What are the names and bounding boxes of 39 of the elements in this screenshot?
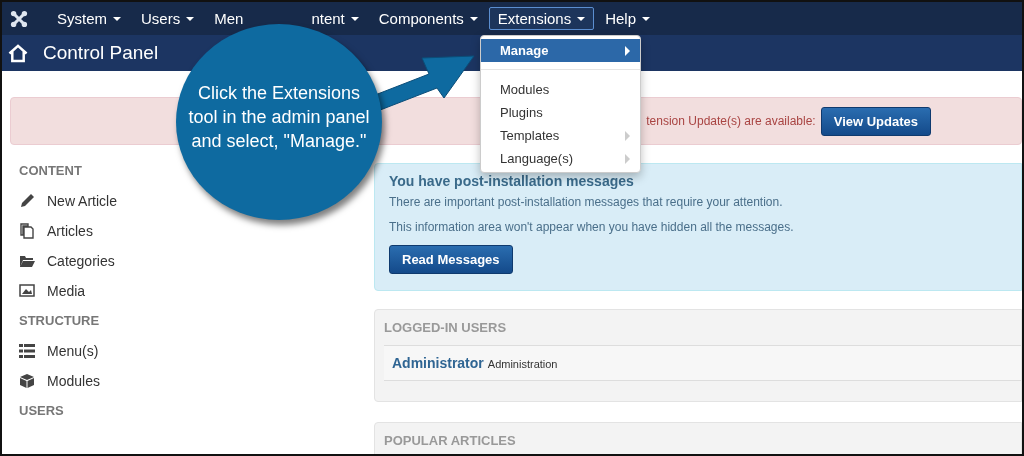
sidebar-item[interactable]: Menu(s) (19, 343, 99, 359)
user-link[interactable]: Administrator (392, 355, 484, 371)
view-updates-button[interactable]: View Updates (820, 106, 931, 136)
list-icon (19, 343, 35, 359)
sidebar-item[interactable]: Modules (19, 373, 100, 389)
logo-icon[interactable] (10, 9, 28, 28)
image-icon (19, 283, 35, 299)
nav-menu-item[interactable]: Extensions (488, 7, 595, 30)
sidebar-item[interactable]: Articles (19, 223, 93, 239)
copy-icon (19, 223, 35, 239)
cube-icon (19, 373, 35, 389)
sidebar-heading: CONTENT (19, 163, 83, 179)
nav-menu-item[interactable]: ntent (302, 7, 368, 30)
dropdown-menu-item[interactable]: Manage (481, 39, 640, 62)
dropdown-menu-item[interactable]: Modules (481, 78, 640, 101)
pencil-icon (19, 193, 35, 209)
dropdown-menu-item[interactable]: Templates (481, 124, 640, 147)
info-text: This information area won't appear when you have hidden all the messages. (389, 220, 795, 234)
sidebar-item[interactable]: Media (19, 283, 86, 299)
dropdown-menu-item[interactable]: Language(s) (481, 147, 640, 170)
sidebar-heading: STRUCTURE (19, 313, 101, 329)
panel-heading: You have post-installation messages (389, 173, 635, 189)
nav-menu-item[interactable]: Components (369, 7, 487, 30)
nav-menu-item[interactable]: System (48, 7, 130, 30)
sidebar-heading: USERS (19, 403, 65, 419)
user-role: Administration (487, 358, 558, 370)
callout-text: Click the Extensions tool in the admin panel and select, "Manage." (187, 82, 371, 153)
sidebar-item[interactable]: Categories (19, 253, 115, 269)
dropdown-menu-item[interactable]: Plugins (481, 101, 640, 124)
sidebar-item[interactable]: New Article (19, 193, 118, 209)
folder-icon (19, 253, 35, 269)
home-icon (7, 43, 29, 63)
panel-heading: POPULAR ARTICLES (384, 423, 1021, 454)
read-messages-button[interactable]: Read Messages (389, 245, 513, 274)
alert-message: tension Update(s) are available: (646, 114, 816, 128)
nav-menu-item[interactable]: Help (596, 7, 660, 30)
nav-menu-item[interactable]: Users (132, 7, 204, 30)
page-title: Control Panel (43, 42, 159, 64)
info-text: There are important post-installation messages that require your attention. (389, 195, 784, 209)
